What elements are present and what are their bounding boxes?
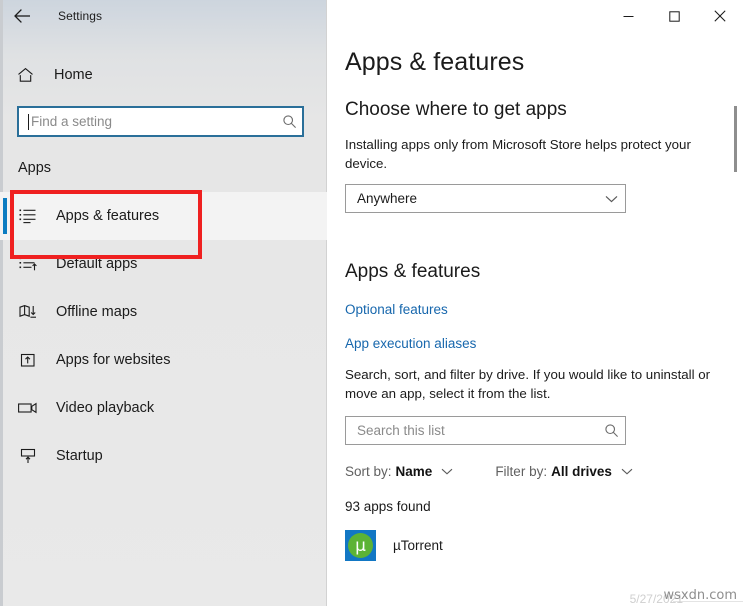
sidebar-group-title: Apps xyxy=(18,160,52,176)
list-item-label: µTorrent xyxy=(393,538,443,553)
optional-features-link[interactable]: Optional features xyxy=(345,302,725,317)
chevron-down-icon xyxy=(597,195,625,203)
utorrent-icon-glyph: µ xyxy=(355,536,366,556)
list-filters: Sort by: Name Filter by: All drives xyxy=(345,464,725,479)
search-this-list-placeholder: Search this list xyxy=(357,423,445,438)
apps-and-features-section: Apps & features Optional features App ex… xyxy=(345,261,725,561)
selection-indicator xyxy=(3,198,7,234)
sidebar-item-label: Default apps xyxy=(56,256,138,272)
utorrent-app-icon: µ xyxy=(345,530,376,561)
settings-main-pane: Apps & features Choose where to get apps… xyxy=(328,0,743,606)
sidebar-item-label: Apps & features xyxy=(56,208,160,224)
chevron-down-icon xyxy=(621,468,633,475)
section-description-choose-where: Installing apps only from Microsoft Stor… xyxy=(345,137,691,171)
sort-by-dropdown[interactable]: Sort by: Name xyxy=(345,464,453,479)
search-input-placeholder: Find a setting xyxy=(31,114,113,129)
search-icon[interactable] xyxy=(276,108,302,135)
list-divider xyxy=(673,601,743,602)
filter-by-value: All drives xyxy=(551,464,612,479)
settings-sidebar: Settings Home Find a setting Apps Apps &… xyxy=(0,0,327,606)
get-apps-dropdown[interactable]: Anywhere xyxy=(345,184,626,213)
sidebar-item-apps-for-websites[interactable]: Apps for websites xyxy=(0,336,327,384)
list-bullets-icon xyxy=(18,206,38,226)
page-title: Apps & features xyxy=(345,48,525,76)
sidebar-item-label: Video playback xyxy=(56,400,155,416)
sidebar-nav: Apps & features Default apps Offline map… xyxy=(0,192,327,480)
close-icon[interactable] xyxy=(697,0,743,32)
maximize-icon[interactable] xyxy=(651,0,697,32)
window-title: Settings xyxy=(58,9,103,23)
sidebar-item-startup[interactable]: Startup xyxy=(0,432,327,480)
minimize-icon[interactable] xyxy=(605,0,651,32)
app-execution-aliases-link[interactable]: App execution aliases xyxy=(345,336,725,351)
sidebar-item-label: Apps for websites xyxy=(56,352,171,368)
search-input[interactable]: Find a setting xyxy=(17,106,304,137)
section-heading-apps-features: Apps & features xyxy=(345,261,481,282)
search-this-list-input[interactable]: Search this list xyxy=(345,416,626,445)
section-description-apps-features: Search, sort, and filter by drive. If yo… xyxy=(345,367,711,401)
window-titlebar-left: Settings xyxy=(0,0,327,32)
list-item[interactable]: µ µTorrent xyxy=(345,530,725,561)
sidebar-item-video-playback[interactable]: Video playback xyxy=(0,384,327,432)
text-caret xyxy=(28,113,29,130)
search-icon[interactable] xyxy=(597,423,625,438)
sort-by-label: Sort by: xyxy=(345,464,392,479)
settings-window: Settings Home Find a setting Apps Apps &… xyxy=(0,0,743,606)
apps-found-count: 93 apps found xyxy=(345,499,431,514)
filter-by-label: Filter by: xyxy=(495,464,548,479)
sidebar-item-label: Offline maps xyxy=(56,304,138,320)
window-controls xyxy=(605,0,743,32)
scrollbar-thumb[interactable] xyxy=(734,106,737,172)
sort-by-value: Name xyxy=(395,464,433,479)
section-heading-choose-where: Choose where to get apps xyxy=(345,99,567,120)
filter-by-dropdown[interactable]: Filter by: All drives xyxy=(495,464,633,479)
vertical-scrollbar[interactable] xyxy=(731,32,741,606)
box-arrow-up-icon xyxy=(18,350,38,370)
chevron-down-icon xyxy=(441,468,453,475)
get-apps-dropdown-value: Anywhere xyxy=(357,191,418,206)
home-icon xyxy=(16,66,34,84)
main-content: Apps & features Choose where to get apps… xyxy=(345,48,725,561)
video-camera-icon xyxy=(18,398,38,418)
map-download-icon xyxy=(18,302,38,322)
utorrent-icon-circle: µ xyxy=(348,533,373,558)
sidebar-item-home[interactable]: Home xyxy=(0,60,327,90)
sidebar-item-home-label: Home xyxy=(54,67,93,83)
sidebar-item-offline-maps[interactable]: Offline maps xyxy=(0,288,327,336)
back-arrow-icon[interactable] xyxy=(0,0,44,32)
startup-monitor-icon xyxy=(18,446,38,466)
sidebar-item-default-apps[interactable]: Default apps xyxy=(0,240,327,288)
sidebar-item-label: Startup xyxy=(56,448,103,464)
sidebar-item-apps-and-features[interactable]: Apps & features xyxy=(0,192,327,240)
list-arrow-up-icon xyxy=(18,254,38,274)
